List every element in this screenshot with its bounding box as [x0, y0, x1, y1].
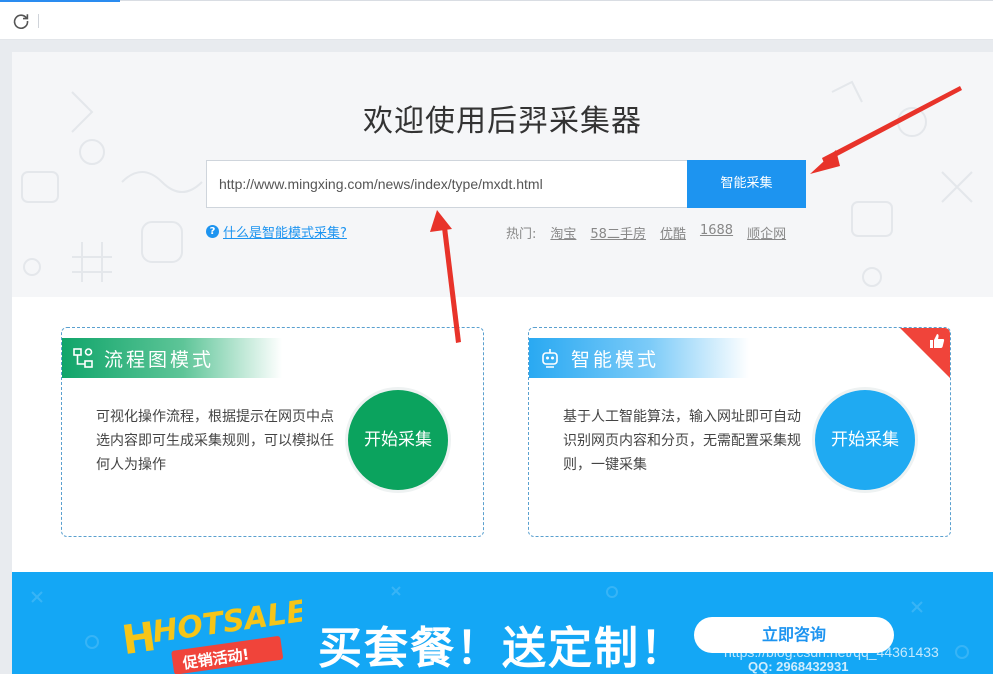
promo-slogan: 买套餐！送定制！	[318, 623, 686, 674]
hot-link-58[interactable]: 58二手房	[590, 223, 646, 242]
hot-link-taobao[interactable]: 淘宝	[550, 223, 576, 242]
question-icon: ?	[206, 225, 219, 238]
flowchart-icon	[73, 348, 93, 368]
help-link[interactable]: ? 什么是智能模式采集?	[206, 222, 347, 241]
watermark-url: https://blog.csdn.net/qq_44361433	[724, 644, 939, 660]
smart-collect-button[interactable]: 智能采集	[687, 160, 806, 208]
card-header: 智能模式	[529, 338, 749, 378]
card-title: 智能模式	[571, 348, 660, 371]
card-description: 可视化操作流程，根据提示在网页中点选内容即可生成采集规则，可以模拟任何人为操作	[96, 409, 334, 473]
browser-toolbar	[0, 0, 993, 40]
robot-icon	[542, 349, 558, 368]
card-title: 流程图模式	[104, 348, 215, 371]
hero-section: 欢迎使用后羿采集器 智能采集 ? 什么是智能模式采集? 热门: 淘宝 58二手房…	[12, 52, 993, 297]
refresh-icon[interactable]	[12, 12, 30, 30]
hot-links: 热门: 淘宝 58二手房 优酷 1688 顺企网	[506, 223, 786, 242]
start-collect-button[interactable]: 开始采集	[348, 390, 448, 490]
page-title: 欢迎使用后羿采集器	[363, 104, 642, 139]
hot-link-1688[interactable]: 1688	[700, 223, 733, 242]
start-collect-button[interactable]: 开始采集	[815, 390, 915, 490]
thumbs-up-icon	[930, 334, 945, 348]
url-input[interactable]	[206, 160, 688, 208]
hotsale-logo: H HOTSALE 促销活动!	[122, 594, 302, 674]
toolbar-divider	[38, 14, 39, 28]
card-header: 流程图模式	[62, 338, 282, 378]
main-panel: 欢迎使用后羿采集器 智能采集 ? 什么是智能模式采集? 热门: 淘宝 58二手房…	[12, 52, 993, 674]
loading-progress-bar	[0, 0, 120, 2]
card-description: 基于人工智能算法，输入网址即可自动识别网页内容和分页，无需配置采集规则，一键采集	[563, 409, 801, 473]
help-link-text[interactable]: 什么是智能模式采集?	[223, 222, 347, 241]
watermark-qq: QQ: 2968432931	[748, 659, 849, 674]
hot-link-shunqi[interactable]: 顺企网	[747, 223, 786, 242]
flowchart-mode-card[interactable]: 流程图模式 可视化操作流程，根据提示在网页中点选内容即可生成采集规则，可以模拟任…	[61, 327, 484, 537]
smart-mode-card[interactable]: 智能模式 基于人工智能算法，输入网址即可自动识别网页内容和分页，无需配置采集规则…	[528, 327, 951, 537]
toolbar-border	[120, 0, 993, 1]
hot-label: 热门:	[506, 227, 537, 242]
hot-link-youku[interactable]: 优酷	[660, 223, 686, 242]
